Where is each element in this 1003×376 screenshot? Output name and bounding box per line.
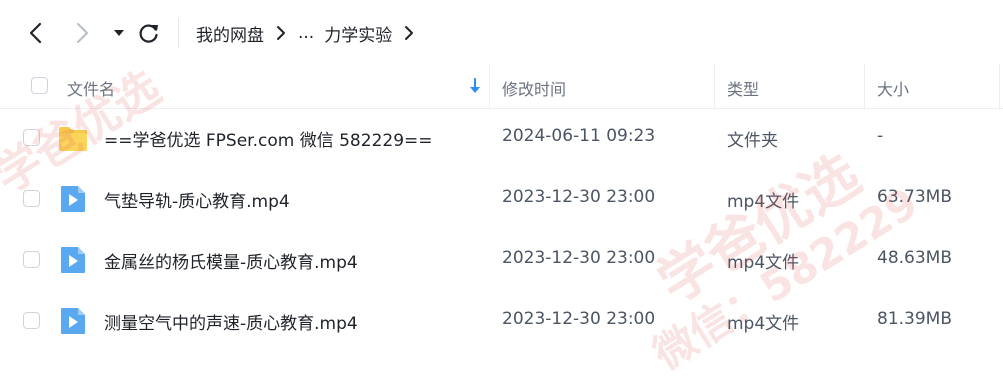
table-row[interactable]: ==学爸优选 FPSer.com 微信 582229== 2024-06-11 … (0, 108, 1003, 168)
file-modified: 2023-12-30 23:00 (502, 248, 656, 268)
header-modified[interactable]: 修改时间 (502, 76, 566, 100)
file-type: mp4文件 (727, 314, 800, 334)
column-divider[interactable] (489, 64, 490, 108)
file-name: ==学爸优选 FPSer.com 微信 582229== (104, 131, 433, 151)
file-size: - (877, 126, 884, 146)
file-modified: 2024-06-11 09:23 (502, 126, 656, 146)
video-file-icon (61, 308, 85, 334)
refresh-button[interactable] (136, 20, 162, 46)
row-checkbox[interactable] (23, 129, 40, 146)
select-all-checkbox[interactable] (31, 77, 48, 94)
file-type: mp4文件 (727, 192, 800, 212)
folder-icon (59, 127, 87, 151)
chevron-right-icon (404, 25, 414, 41)
back-button[interactable] (22, 20, 48, 46)
table-row[interactable]: 气垫导轨-质心教育.mp4 2023-12-30 23:00 mp4文件 63.… (0, 169, 1003, 229)
header-name[interactable]: 文件名 (67, 76, 115, 100)
header-size[interactable]: 大小 (877, 76, 909, 100)
row-checkbox[interactable] (23, 251, 40, 268)
file-type: mp4文件 (727, 253, 800, 273)
file-modified: 2023-12-30 23:00 (502, 309, 656, 329)
column-divider[interactable] (999, 64, 1000, 108)
file-list-header: 文件名 修改时间 类型 大小 (0, 64, 1003, 109)
row-checkbox[interactable] (23, 190, 40, 207)
toolbar: 我的网盘 ... 力学实验 (0, 0, 1003, 64)
breadcrumb-ellipsis[interactable]: ... (298, 23, 314, 43)
column-divider[interactable] (864, 64, 865, 108)
file-size: 81.39MB (877, 309, 952, 329)
toolbar-divider (178, 18, 179, 48)
chevron-right-icon (77, 23, 88, 43)
caret-down-icon (114, 30, 124, 36)
video-file-icon (61, 186, 85, 212)
file-type: 文件夹 (727, 131, 778, 151)
breadcrumb-root[interactable]: 我的网盘 (196, 21, 264, 46)
breadcrumb: 我的网盘 ... 力学实验 (196, 20, 426, 46)
breadcrumb-current[interactable]: 力学实验 (324, 21, 392, 46)
file-size: 48.63MB (877, 248, 952, 268)
chevron-left-icon (29, 22, 42, 44)
column-divider[interactable] (714, 64, 715, 108)
refresh-icon (139, 24, 158, 43)
sort-arrow-down-icon[interactable] (468, 78, 482, 94)
file-name: 气垫导轨-质心教育.mp4 (104, 192, 290, 212)
file-name: 测量空气中的声速-质心教育.mp4 (104, 314, 358, 334)
video-file-icon (61, 247, 85, 273)
chevron-right-icon (276, 25, 286, 41)
header-type[interactable]: 类型 (727, 76, 759, 100)
file-name: 金属丝的杨氏模量-质心教育.mp4 (104, 253, 358, 273)
file-modified: 2023-12-30 23:00 (502, 187, 656, 207)
table-row[interactable]: 金属丝的杨氏模量-质心教育.mp4 2023-12-30 23:00 mp4文件… (0, 230, 1003, 290)
row-checkbox[interactable] (23, 312, 40, 329)
history-dropdown-button[interactable] (106, 20, 132, 46)
table-row[interactable]: 测量空气中的声速-质心教育.mp4 2023-12-30 23:00 mp4文件… (0, 291, 1003, 351)
forward-button[interactable] (70, 20, 96, 46)
file-size: 63.73MB (877, 187, 952, 207)
file-manager-window: 我的网盘 ... 力学实验 文件名 修改时间 类型 大小 ==学爸优选 FPSe… (0, 0, 1003, 376)
